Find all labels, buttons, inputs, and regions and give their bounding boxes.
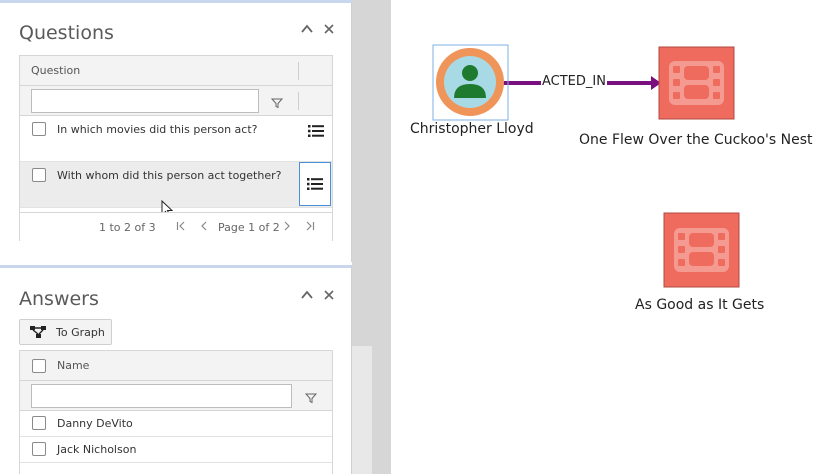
column-separator: [298, 92, 299, 110]
edge-label: ACTED_IN: [541, 74, 607, 89]
question-column-header[interactable]: Question: [31, 64, 80, 77]
graph-icon: [29, 325, 47, 342]
name-column-header[interactable]: Name: [57, 359, 89, 372]
person-node-label: Christopher Lloyd: [410, 121, 534, 137]
filter-icon[interactable]: [270, 94, 285, 109]
questions-grid: Question In which movies did this person…: [19, 55, 333, 242]
movie-node[interactable]: [663, 212, 740, 288]
pager-page: Page 1 of 2: [218, 221, 280, 234]
movie-node-label: One Flew Over the Cuckoo's Nest: [579, 132, 813, 148]
graph-svg: [432, 44, 740, 288]
select-all-checkbox[interactable]: [32, 359, 46, 373]
next-page-icon[interactable]: [283, 220, 291, 235]
grid-header: Name: [20, 351, 332, 381]
answer-name: Jack Nicholson: [57, 443, 137, 456]
film-icon: [674, 228, 729, 272]
question-filter-input[interactable]: [31, 89, 259, 113]
person-node[interactable]: [436, 48, 504, 116]
graph-canvas[interactable]: ACTED_IN Christopher Lloyd One Flew Over…: [391, 0, 831, 474]
movie-node-label: As Good as It Gets: [635, 297, 765, 313]
column-separator: [298, 62, 299, 80]
question-text: With whom did this person act together?: [57, 169, 282, 182]
answers-title: Answers: [19, 288, 99, 310]
prev-page-icon[interactable]: [200, 220, 208, 235]
filter-icon[interactable]: [304, 389, 319, 404]
table-row[interactable]: In which movies did this person act?: [20, 116, 332, 162]
answer-name: Danny DeVito: [57, 417, 133, 430]
panel-top-border: [0, 0, 352, 3]
scrollbar[interactable]: [352, 346, 372, 474]
person-node-inner: [444, 56, 496, 108]
row-checkbox[interactable]: [32, 416, 46, 430]
filter-row: [20, 381, 332, 411]
row-checkbox[interactable]: [32, 122, 46, 136]
first-page-icon[interactable]: [176, 220, 186, 235]
table-row[interactable]: Jack Nicholson: [20, 437, 332, 463]
list-icon[interactable]: [299, 162, 331, 206]
pager-range: 1 to 2 of 3: [99, 221, 156, 234]
collapse-icon[interactable]: [300, 22, 314, 39]
collapse-icon[interactable]: [300, 288, 314, 305]
questions-title: Questions: [19, 22, 114, 44]
pager: 1 to 2 of 3 Page 1 of 2: [20, 212, 332, 242]
answers-grid: Name Danny DeVito Jack Nicholson: [19, 350, 333, 474]
questions-panel: Questions Question In which movies did t…: [0, 0, 352, 262]
close-icon[interactable]: [322, 288, 336, 305]
last-page-icon[interactable]: [305, 220, 315, 235]
to-graph-button[interactable]: To Graph: [19, 319, 112, 345]
panel-top-border: [0, 265, 351, 268]
table-row[interactable]: Danny DeVito: [20, 411, 332, 437]
answer-filter-input[interactable]: [31, 384, 292, 408]
table-row[interactable]: With whom did this person act together?: [20, 162, 332, 208]
movie-node[interactable]: [658, 46, 735, 120]
filter-row: [20, 86, 332, 116]
close-icon[interactable]: [322, 22, 336, 39]
grid-header: Question: [20, 56, 332, 86]
to-graph-label: To Graph: [56, 326, 105, 339]
row-checkbox[interactable]: [32, 168, 46, 182]
film-icon: [669, 61, 724, 105]
question-text: In which movies did this person act?: [57, 123, 258, 136]
answers-panel: Answers To Graph Name Danny DeVito Jack …: [0, 265, 352, 474]
row-checkbox[interactable]: [32, 442, 46, 456]
list-icon[interactable]: [300, 116, 332, 146]
